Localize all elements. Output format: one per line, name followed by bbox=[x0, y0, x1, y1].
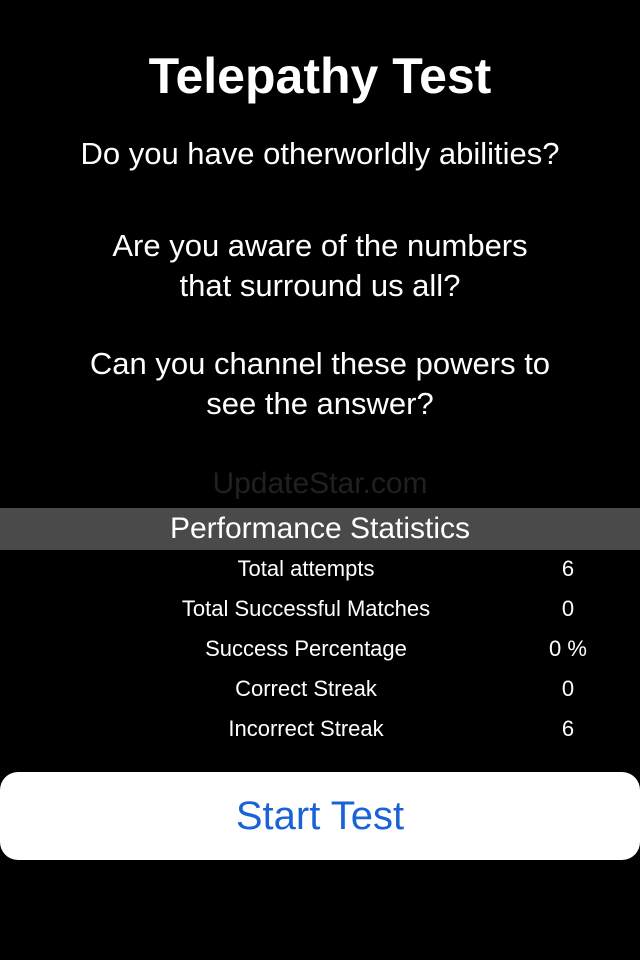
stat-label: Total Successful Matches bbox=[181, 596, 431, 621]
stat-row-incorrect-streak: Incorrect Streak 6 bbox=[0, 709, 640, 749]
stat-label: Incorrect Streak bbox=[228, 716, 384, 741]
intro-line: Do you have otherworldly abilities? bbox=[80, 136, 560, 171]
intro-question-numbers: Are you aware of the numbers that surrou… bbox=[20, 226, 620, 306]
intro-line: Are you aware of the numbers bbox=[112, 228, 528, 263]
stat-label: Success Percentage bbox=[205, 636, 407, 661]
stat-label: Correct Streak bbox=[235, 676, 377, 701]
watermark: UpdateStar.com bbox=[212, 467, 428, 500]
stat-row-success-percentage: Success Percentage 0 % bbox=[0, 629, 640, 669]
stats-table: Total attempts 6 Total Successful Matche… bbox=[0, 549, 640, 749]
intro-question-powers: Can you channel these powers to see the … bbox=[20, 344, 620, 424]
intro-line: Can you channel these powers to bbox=[89, 346, 551, 381]
intro-line: see the answer? bbox=[206, 386, 434, 421]
stat-value: 0 bbox=[561, 596, 575, 621]
stat-row-total-attempts: Total attempts 6 bbox=[0, 549, 640, 589]
intro-question-abilities: Do you have otherworldly abilities? bbox=[20, 134, 620, 174]
stat-label: Total attempts bbox=[237, 556, 375, 581]
intro-line: that surround us all? bbox=[179, 268, 461, 303]
app-title: Telepathy Test bbox=[148, 48, 492, 104]
stat-value: 6 bbox=[561, 716, 575, 741]
stat-row-successful-matches: Total Successful Matches 0 bbox=[0, 589, 640, 629]
stats-header: Performance Statistics bbox=[0, 508, 640, 550]
start-test-button[interactable]: Start Test bbox=[0, 772, 640, 860]
stat-row-correct-streak: Correct Streak 0 bbox=[0, 669, 640, 709]
stat-value: 0 bbox=[561, 676, 575, 701]
stat-value: 0 % bbox=[549, 636, 587, 661]
stat-value: 6 bbox=[561, 556, 575, 581]
